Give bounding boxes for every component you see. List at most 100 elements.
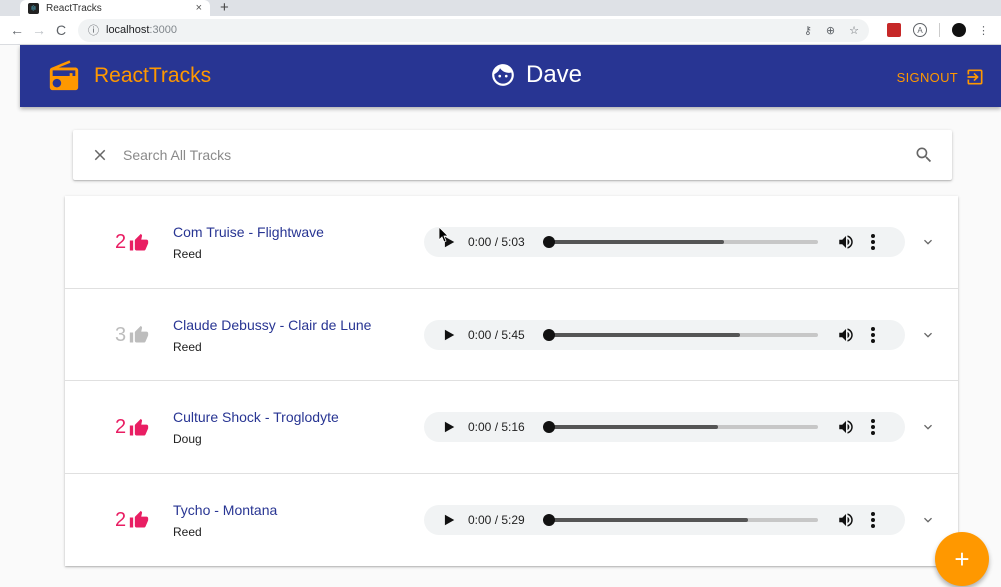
search-button[interactable]: [914, 145, 934, 165]
extension-a-icon[interactable]: A: [913, 23, 927, 37]
chevron-down-icon[interactable]: [920, 234, 936, 250]
like-button[interactable]: 2: [115, 509, 149, 532]
track-info: Com Truise - Flightwave Reed: [173, 224, 324, 261]
search-bar: [73, 130, 952, 180]
browser-tab[interactable]: ⚛ ReactTracks ×: [20, 0, 210, 16]
url-port: :3000: [149, 24, 177, 36]
track-info: Culture Shock - Troglodyte Doug: [173, 409, 339, 446]
extension-icon[interactable]: [887, 23, 901, 37]
more-options-icon[interactable]: [870, 418, 876, 436]
exit-icon: [967, 69, 983, 85]
signout-button[interactable]: SIGNOUT: [897, 67, 985, 87]
tab-title: ReactTracks: [46, 2, 102, 14]
key-icon[interactable]: ⚷: [804, 24, 812, 37]
clear-search-button[interactable]: [91, 146, 109, 164]
like-button[interactable]: 2: [115, 416, 149, 439]
play-icon[interactable]: [442, 420, 456, 434]
reload-icon[interactable]: C: [50, 22, 72, 38]
back-icon[interactable]: ←: [6, 22, 28, 38]
current-user: Dave: [490, 61, 582, 89]
seek-bar[interactable]: [543, 328, 818, 341]
signout-label: SIGNOUT: [896, 69, 958, 85]
seek-bar-buffered: [548, 332, 740, 337]
zoom-icon[interactable]: ⊕: [826, 24, 835, 37]
volume-icon[interactable]: [836, 418, 856, 436]
url-host: localhost: [106, 24, 150, 36]
profile-avatar-icon[interactable]: [952, 23, 966, 37]
mouse-cursor-icon: [439, 227, 449, 243]
tab-close-icon[interactable]: ×: [196, 2, 202, 14]
track-row[interactable]: 2 Culture Shock - Troglodyte Doug 0:00 /…: [65, 381, 958, 474]
app-header: ReactTracks Dave SIGNOUT: [20, 45, 1001, 107]
seek-knob[interactable]: [543, 328, 555, 341]
audio-player: 0:00 / 5:29: [424, 504, 905, 535]
address-bar[interactable]: ⓘ localhost:3000 ⚷ ⊕ ☆: [78, 18, 869, 42]
play-icon[interactable]: [442, 513, 456, 527]
search-icon: [916, 147, 932, 163]
search-input[interactable]: [123, 147, 914, 163]
track-username: Reed: [173, 247, 202, 261]
like-count: 2: [115, 508, 127, 531]
audio-player: 0:00 / 5:03: [424, 227, 905, 257]
browser-menu-icon[interactable]: ⋮: [978, 24, 989, 37]
track-title[interactable]: Culture Shock - Troglodyte: [173, 409, 339, 425]
audio-player: 0:00 / 5:16: [424, 412, 905, 442]
toolbar-divider: [939, 23, 940, 37]
like-button[interactable]: 2: [115, 231, 149, 254]
seek-knob[interactable]: [543, 513, 555, 526]
radio-icon: [49, 60, 79, 91]
track-info: Tycho - Montana Reed: [173, 502, 277, 539]
track-row[interactable]: 3 Claude Debussy - Clair de Lune Reed 0:…: [65, 289, 958, 381]
username: Dave: [526, 61, 583, 88]
track-title[interactable]: Tycho - Montana: [173, 502, 277, 518]
star-icon[interactable]: ☆: [849, 24, 859, 37]
like-button[interactable]: 3: [115, 324, 149, 347]
add-track-button[interactable]: +: [935, 532, 989, 586]
new-tab-button[interactable]: +: [220, 0, 229, 16]
like-count: 3: [115, 323, 127, 346]
playback-time: 0:00 / 5:03: [468, 235, 525, 249]
volume-icon[interactable]: [836, 233, 856, 251]
playback-time: 0:00 / 5:29: [468, 512, 525, 527]
chevron-down-icon[interactable]: [920, 512, 936, 528]
volume-icon[interactable]: [836, 326, 856, 344]
track-list: 2 Com Truise - Flightwave Reed 0:00 / 5:…: [65, 196, 958, 566]
seek-bar-buffered: [548, 425, 719, 429]
more-options-icon[interactable]: [870, 326, 876, 344]
more-options-icon[interactable]: [870, 511, 876, 529]
chevron-down-icon[interactable]: [920, 419, 936, 435]
track-title[interactable]: Claude Debussy - Clair de Lune: [173, 317, 371, 333]
add-icon: +: [954, 543, 970, 574]
more-options-icon[interactable]: [870, 233, 876, 251]
seek-bar-buffered: [548, 240, 724, 244]
thumb-up-icon: [129, 325, 149, 343]
face-icon: [492, 64, 514, 86]
track-title[interactable]: Com Truise - Flightwave: [173, 224, 324, 240]
browser-tabstrip: ⚛ ReactTracks × +: [0, 0, 1001, 16]
track-info: Claude Debussy - Clair de Lune Reed: [173, 317, 371, 354]
seek-bar[interactable]: [543, 421, 818, 433]
like-count: 2: [115, 416, 127, 438]
seek-knob[interactable]: [543, 421, 555, 433]
seek-bar[interactable]: [543, 513, 818, 526]
brand-name: ReactTracks: [94, 64, 212, 87]
seek-bar[interactable]: [543, 236, 818, 248]
react-favicon-icon: ⚛: [28, 2, 39, 14]
volume-icon[interactable]: [836, 511, 856, 529]
brand[interactable]: ReactTracks: [46, 59, 211, 93]
thumb-up-icon: [129, 233, 149, 250]
audio-player: 0:00 / 5:45: [424, 319, 905, 350]
track-row[interactable]: 2 Com Truise - Flightwave Reed 0:00 / 5:…: [65, 196, 958, 289]
playback-time: 0:00 / 5:16: [468, 420, 525, 434]
thumb-up-icon: [129, 418, 149, 435]
track-username: Doug: [173, 432, 202, 446]
play-icon[interactable]: [442, 328, 456, 342]
info-icon[interactable]: ⓘ: [88, 22, 99, 38]
track-row[interactable]: 2 Tycho - Montana Reed 0:00 / 5:29: [65, 474, 958, 567]
chevron-down-icon[interactable]: [920, 327, 936, 343]
seek-knob[interactable]: [543, 236, 555, 248]
close-icon: [94, 149, 106, 161]
thumb-up-icon: [129, 510, 149, 528]
forward-icon[interactable]: →: [28, 22, 50, 38]
browser-toolbar: ← → C ⓘ localhost:3000 ⚷ ⊕ ☆ A ⋮: [0, 16, 1001, 45]
